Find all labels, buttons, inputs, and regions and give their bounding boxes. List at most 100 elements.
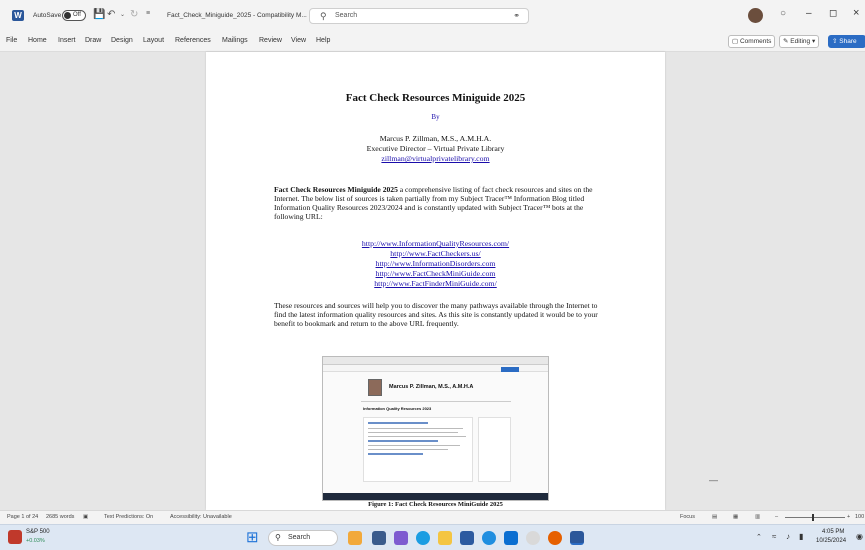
chevron-up-icon[interactable]: ⌃: [756, 533, 762, 541]
zoom-slider-thumb[interactable]: [812, 514, 814, 521]
word-count[interactable]: 2685 words: [46, 514, 74, 520]
undo-dropdown-icon[interactable]: ⌄: [120, 11, 125, 18]
search-placeholder: Search: [335, 12, 358, 19]
file-explorer-icon[interactable]: [438, 531, 452, 545]
share-icon: ⇧: [832, 38, 838, 45]
autosave-toggle[interactable]: Off: [62, 10, 86, 21]
widgets-icon[interactable]: [348, 531, 362, 545]
page-break-marker-icon: —: [709, 475, 718, 485]
customize-toolbar-icon[interactable]: ≡: [146, 10, 150, 17]
pencil-icon: ✎: [783, 38, 789, 45]
taskbar-search[interactable]: ⚲ Search: [268, 530, 338, 546]
taskbar-search-label: Search: [288, 534, 311, 541]
tab-references[interactable]: References: [175, 37, 211, 44]
tab-help[interactable]: Help: [316, 37, 330, 44]
zoom-in-icon[interactable]: +: [847, 514, 850, 520]
outlook-icon[interactable]: [504, 531, 518, 545]
toggle-knob: [64, 12, 71, 19]
embedded-browser-bar: [323, 357, 548, 365]
search-box[interactable]: ⚲ Search ⚭: [309, 8, 529, 24]
task-view-icon[interactable]: [372, 531, 386, 545]
clock-time[interactable]: 4:05 PM: [822, 529, 844, 535]
link-information-quality[interactable]: http://www.InformationQualityResources.c…: [362, 239, 509, 248]
link-factfinder-miniguide[interactable]: http://www.FactFinderMiniGuide.com/: [374, 279, 497, 288]
minimize-icon[interactable]: –: [806, 8, 812, 19]
document-page[interactable]: Fact Check Resources Miniguide 2025 By M…: [206, 52, 665, 510]
embedded-sidebar: [478, 417, 511, 482]
accessibility-status[interactable]: Accessibility: Unavailable: [170, 514, 232, 520]
share-button[interactable]: ⇧ Share: [828, 35, 865, 48]
text-predictions[interactable]: Text Predictions: On: [104, 514, 153, 520]
page-count[interactable]: Page 1 of 24: [7, 514, 38, 520]
embedded-heading: Marcus P. Zillman, M.S., A.M.H.A: [389, 384, 474, 390]
windows-start-icon[interactable]: ⊞: [246, 528, 259, 546]
title-bar: W AutoSave Off 💾 ↶ ⌄ ↻ ≡ Fact_Check_Mini…: [0, 0, 865, 30]
stock-name[interactable]: S&P 500: [26, 529, 50, 535]
embedded-divider: [361, 401, 511, 402]
figure-screenshot[interactable]: Marcus P. Zillman, M.S., A.M.H.A Informa…: [322, 356, 549, 501]
notification-bell-icon[interactable]: ◉: [856, 532, 863, 541]
tab-file[interactable]: File: [6, 37, 17, 44]
share-label: Share: [839, 38, 857, 45]
microphone-icon[interactable]: ⚭: [513, 11, 520, 20]
figure-caption: Figure 1: Fact Check Resources MiniGuide…: [368, 501, 503, 508]
lightbulb-icon[interactable]: ○: [780, 8, 786, 19]
autosave-state: Off: [73, 12, 81, 18]
link-factcheckers[interactable]: http://www.FactCheckers.us/: [390, 249, 480, 258]
tab-view[interactable]: View: [291, 37, 306, 44]
edge-icon[interactable]: [416, 531, 430, 545]
battery-icon[interactable]: ▮: [799, 532, 803, 541]
embedded-portrait: [368, 379, 382, 396]
browser-icon[interactable]: [482, 531, 496, 545]
zoom-level[interactable]: 100: [855, 514, 864, 520]
comments-label: Comments: [739, 38, 772, 45]
second-paragraph: These resources and sources will help yo…: [274, 301, 598, 328]
tab-insert[interactable]: Insert: [58, 37, 76, 44]
tab-review[interactable]: Review: [259, 37, 282, 44]
chat-icon[interactable]: [526, 531, 540, 545]
stock-change[interactable]: +0.03%: [26, 538, 45, 544]
volume-icon[interactable]: ♪: [786, 532, 790, 541]
document-canvas[interactable]: Fact Check Resources Miniguide 2025 By M…: [0, 52, 865, 510]
chevron-down-icon: ▾: [811, 38, 816, 45]
wifi-icon[interactable]: ≈: [772, 532, 776, 541]
redo-icon[interactable]: ↻: [130, 9, 138, 20]
proofing-icon[interactable]: ▣: [83, 514, 88, 520]
comments-button[interactable]: ▢ Comments: [728, 35, 776, 48]
author-email-link[interactable]: zillman@virtualprivatelibrary.com: [381, 154, 489, 163]
tab-layout[interactable]: Layout: [143, 37, 164, 44]
save-icon[interactable]: 💾: [93, 9, 105, 20]
embedded-button: [501, 367, 519, 372]
tab-home[interactable]: Home: [28, 37, 47, 44]
web-layout-icon[interactable]: ▥: [755, 514, 760, 520]
tab-draw[interactable]: Draw: [85, 37, 101, 44]
document-title-heading: Fact Check Resources Miniguide 2025: [345, 92, 526, 104]
clock-date[interactable]: 10/25/2024: [816, 538, 846, 544]
editing-button[interactable]: ✎ Editing ▾: [779, 35, 820, 48]
avatar[interactable]: [748, 8, 763, 23]
embedded-taskbar: [323, 493, 548, 500]
embedded-content-panel: [363, 417, 473, 482]
by-line: By: [431, 113, 440, 121]
stock-widget-icon[interactable]: [8, 530, 22, 544]
zoom-out-icon[interactable]: –: [775, 514, 778, 520]
read-mode-icon[interactable]: ▤: [712, 514, 717, 520]
taskbar: S&P 500 +0.03% ⊞ ⚲ Search ⌃ ≈ ♪ ▮ 4:05 P…: [0, 524, 865, 550]
word-taskbar-icon[interactable]: [570, 531, 584, 545]
firefox-icon[interactable]: [548, 531, 562, 545]
link-factcheck-miniguide[interactable]: http://www.FactCheckMiniGuide.com: [376, 269, 496, 278]
print-layout-icon[interactable]: ▦: [733, 514, 738, 520]
restore-icon[interactable]: ◻: [829, 8, 837, 19]
tab-design[interactable]: Design: [111, 37, 133, 44]
tab-mailings[interactable]: Mailings: [222, 37, 248, 44]
undo-icon[interactable]: ↶: [107, 9, 115, 20]
store-icon[interactable]: [460, 531, 474, 545]
editing-label: Editing: [790, 38, 811, 45]
close-icon[interactable]: ×: [853, 7, 859, 19]
focus-button[interactable]: Focus: [680, 514, 695, 520]
document-title[interactable]: Fact_Check_Miniguide_2025 - Compatibilit…: [167, 12, 307, 19]
link-information-disorders[interactable]: http://www.InformationDisorders.com: [376, 259, 496, 268]
zoom-slider[interactable]: [785, 517, 845, 518]
copilot-icon[interactable]: [394, 531, 408, 545]
author-name: Marcus P. Zillman, M.S., A.M.H.A.: [379, 134, 492, 143]
